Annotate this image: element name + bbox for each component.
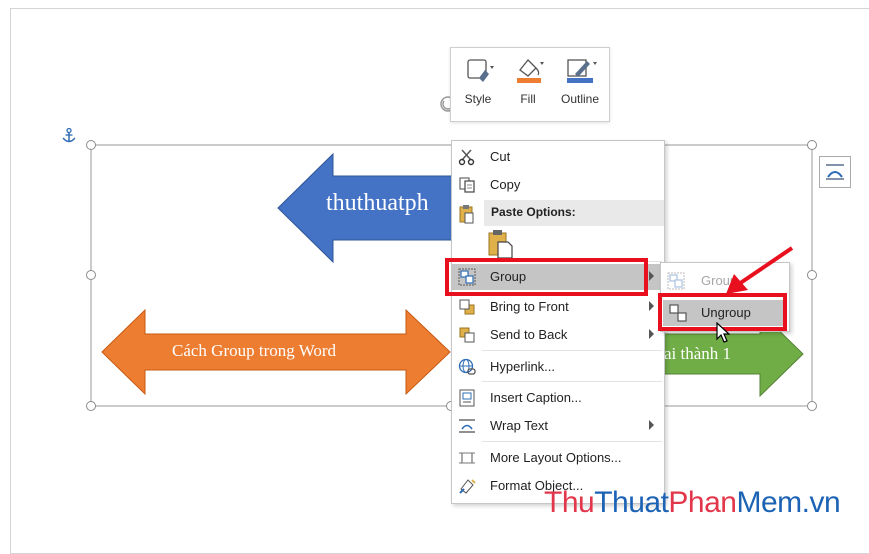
- hyperlink-globe-icon: [458, 358, 476, 375]
- layout-options-button[interactable]: [819, 156, 851, 188]
- style-button[interactable]: Style: [453, 48, 503, 121]
- paste-options-label: Paste Options:: [491, 205, 576, 219]
- menu-label-bring-to-front: Bring to Front: [490, 299, 569, 314]
- submenu-arrow-icon: [649, 301, 654, 311]
- insert-caption-icon: [459, 389, 475, 407]
- paste-picture-icon: [488, 230, 513, 259]
- menu-item-bring-to-front[interactable]: Bring to Front: [452, 294, 664, 320]
- clipboard-icon: [459, 205, 474, 224]
- paste-options-header: Paste Options:: [484, 200, 664, 226]
- green-arrow-text: ai thành 1: [664, 344, 732, 363]
- menu-label-cut: Cut: [490, 149, 511, 164]
- outline-pen-icon: [567, 59, 597, 83]
- menu-item-copy[interactable]: Copy: [452, 172, 664, 198]
- outline-label: Outline: [560, 92, 600, 106]
- format-object-icon: [459, 479, 476, 494]
- resize-handle-bottom-right[interactable]: [807, 401, 817, 411]
- copy-icon: [459, 177, 475, 193]
- layout-options-icon: [459, 452, 475, 464]
- menu-item-hyperlink[interactable]: Hyperlink...: [452, 354, 664, 380]
- menu-label-send-to-back: Send to Back: [490, 327, 568, 342]
- menu-label-hyperlink: Hyperlink...: [490, 359, 556, 374]
- group-objects-icon: [667, 272, 685, 290]
- orange-arrow-text: Cách Group trong Word: [172, 341, 337, 360]
- resize-handle-top-left[interactable]: [86, 140, 96, 150]
- watermark-logo: ThuThuatPhanMem.vn: [544, 486, 841, 519]
- context-menu: Cut Copy Paste Options: Group Bring to F…: [451, 140, 665, 504]
- menu-label-copy: Copy: [490, 177, 521, 192]
- submenu-arrow-icon: [649, 329, 654, 339]
- fill-label: Fill: [520, 92, 536, 106]
- outline-button[interactable]: Outline: [553, 48, 607, 121]
- wrap-text-icon: [459, 419, 475, 433]
- submenu-arrow-icon: [649, 420, 654, 430]
- menu-item-cut[interactable]: Cut: [452, 144, 664, 170]
- highlight-group-item: [445, 258, 648, 296]
- style-label: Style: [464, 92, 492, 106]
- bring-to-front-icon: [459, 299, 475, 315]
- fill-button[interactable]: Fill: [503, 48, 553, 121]
- resize-handle-middle-left[interactable]: [86, 270, 96, 280]
- anchor-icon: [62, 128, 76, 143]
- resize-handle-top-right[interactable]: [807, 140, 817, 150]
- menu-label-wrap-text: Wrap Text: [490, 418, 549, 433]
- paste-keep-source-button[interactable]: [486, 229, 514, 259]
- menu-item-insert-caption[interactable]: Insert Caption...: [452, 385, 664, 411]
- mini-toolbar: Style Fill Outline: [450, 47, 610, 122]
- submenu-arrow-icon: [649, 271, 654, 281]
- blue-arrow-text: thuthuatph: [326, 190, 429, 216]
- resize-handle-middle-right[interactable]: [807, 270, 817, 280]
- scissors-icon: [458, 149, 475, 166]
- mouse-cursor-icon: [716, 322, 730, 343]
- style-icon: [467, 59, 494, 82]
- menu-item-more-layout-options[interactable]: More Layout Options...: [452, 445, 664, 471]
- resize-handle-bottom-left[interactable]: [86, 401, 96, 411]
- red-pointer-arrow-icon: [726, 246, 794, 294]
- menu-label-more-layout-options: More Layout Options...: [490, 450, 622, 465]
- menu-label-insert-caption: Insert Caption...: [490, 390, 582, 405]
- menu-item-wrap-text[interactable]: Wrap Text: [452, 413, 664, 439]
- layout-options-icon: [826, 164, 844, 180]
- send-to-back-icon: [459, 327, 475, 343]
- menu-item-send-to-back[interactable]: Send to Back: [452, 322, 664, 348]
- fill-bucket-icon: [517, 59, 544, 83]
